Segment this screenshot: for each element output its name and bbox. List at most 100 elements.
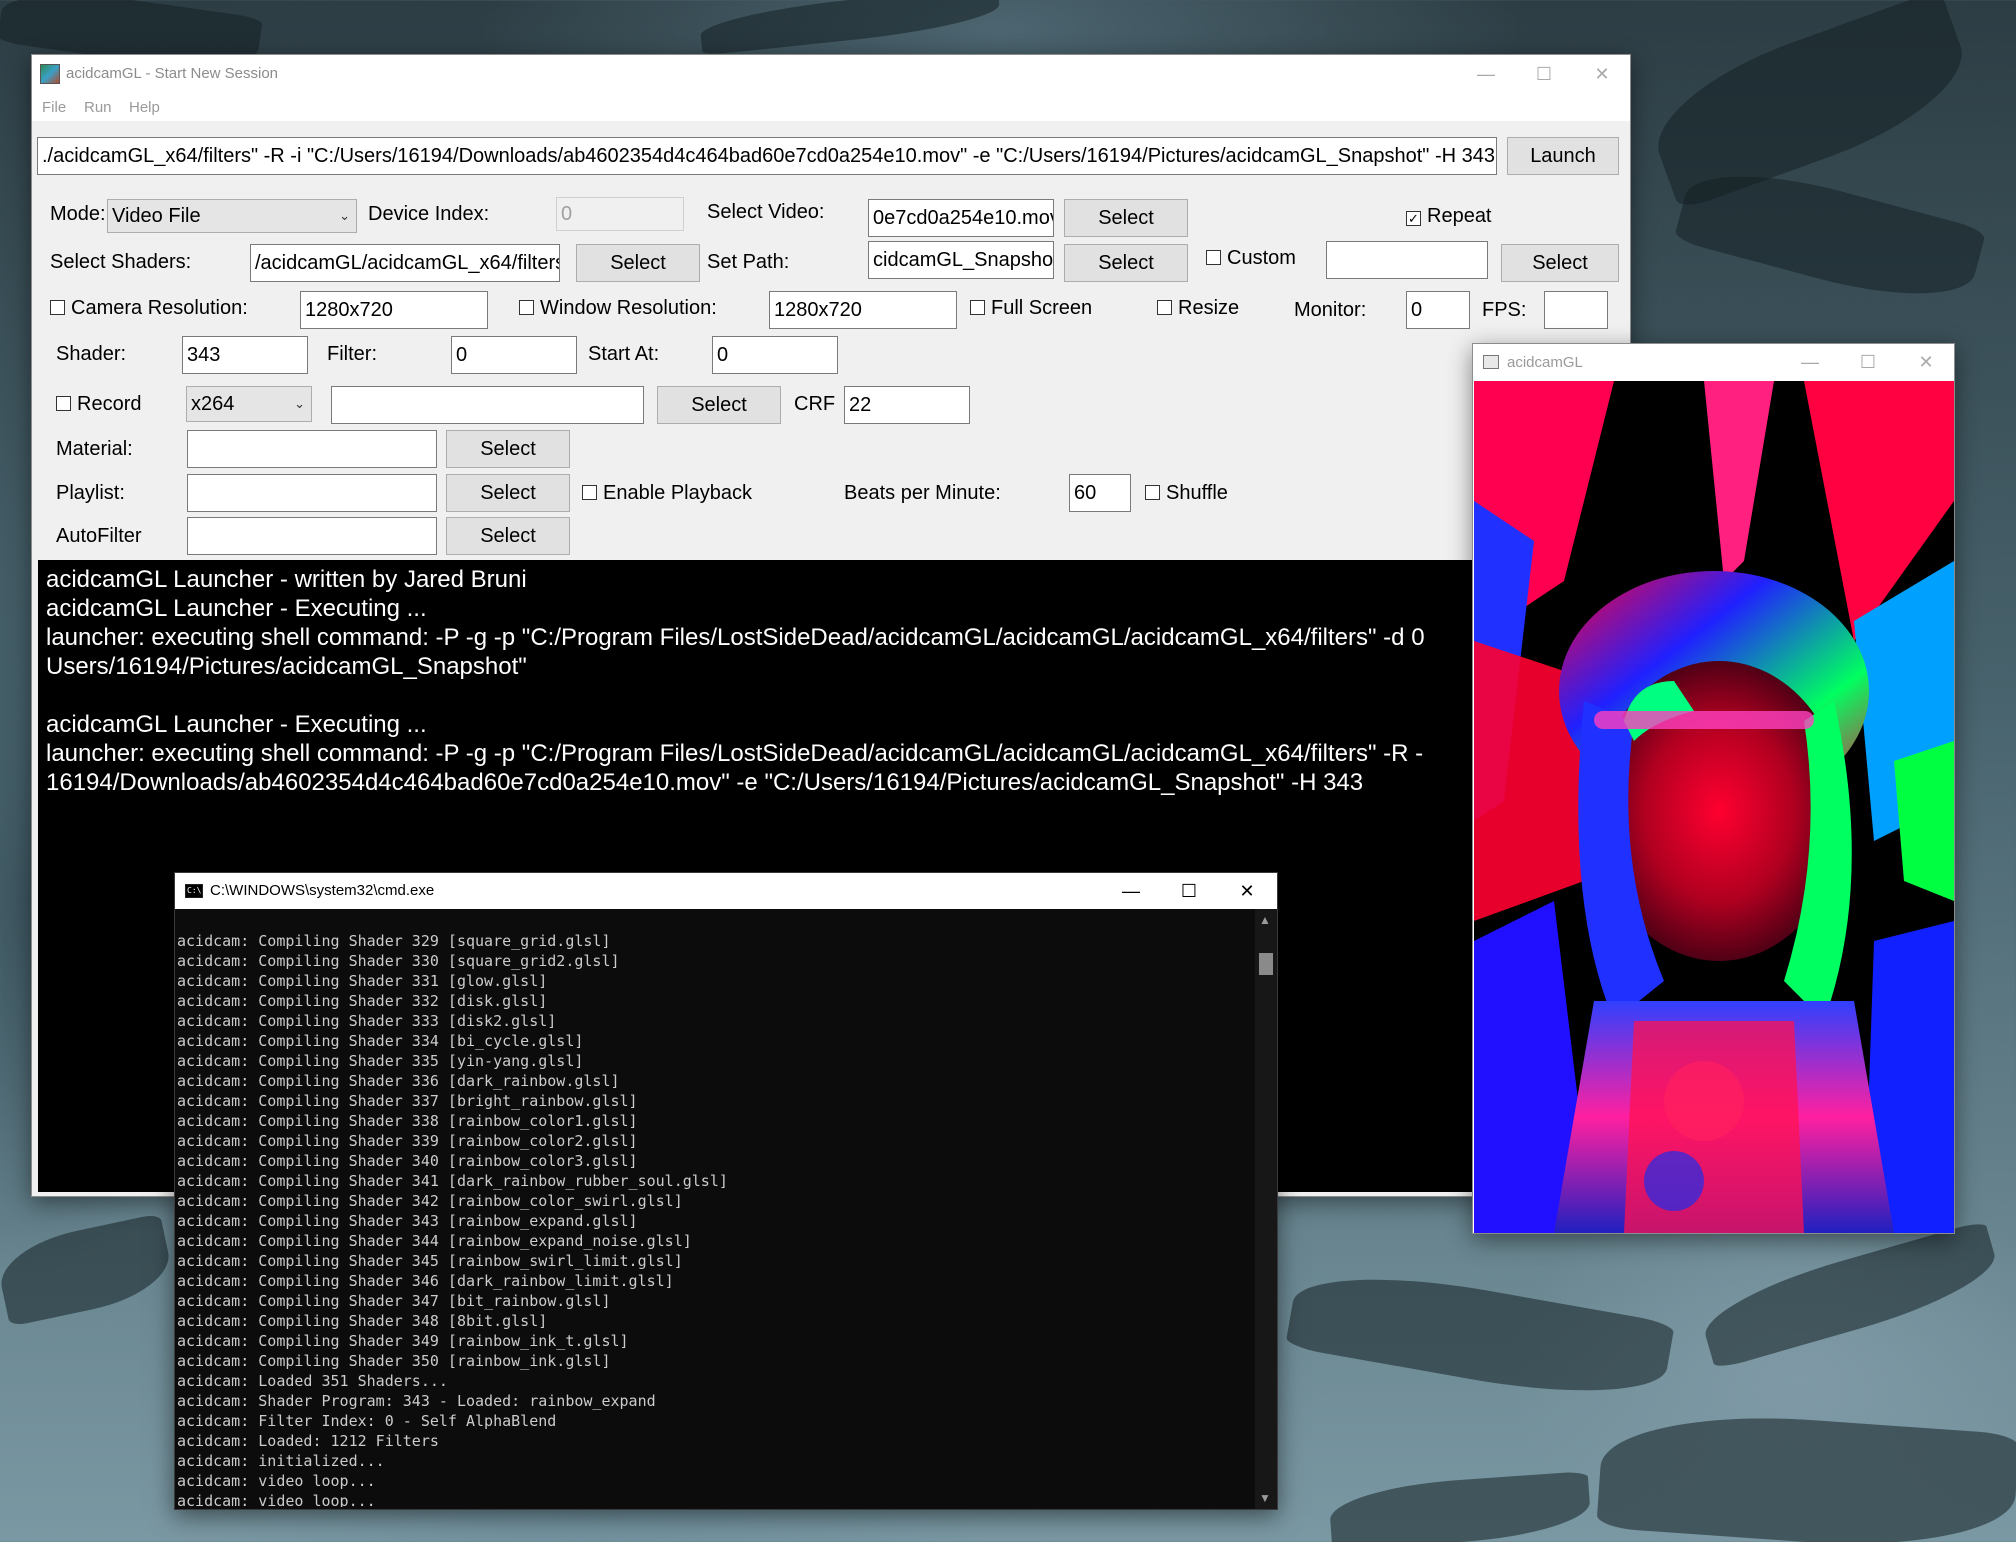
maximize-icon[interactable]: ☐ <box>1839 344 1897 381</box>
resize-checkbox[interactable]: Resize <box>1157 297 1239 320</box>
launch-button[interactable]: Launch <box>1507 137 1619 175</box>
mode-dropdown[interactable]: Video File ⌄ <box>107 199 357 233</box>
start-at-label: Start At: <box>588 343 660 365</box>
snapshot-path-field[interactable]: cidcamGL_Snapshot <box>868 241 1054 279</box>
fps-label: FPS: <box>1482 299 1527 321</box>
minimize-icon[interactable]: — <box>1102 873 1160 909</box>
device-index-label: Device Index: <box>368 203 490 225</box>
menu-help[interactable]: Help <box>129 99 160 116</box>
fps-field[interactable] <box>1544 291 1608 329</box>
filter-field[interactable]: 0 <box>451 336 577 374</box>
record-path-field[interactable] <box>331 386 644 424</box>
console-line: acidcam: Compiling Shader 346 [dark_rain… <box>177 1272 674 1290</box>
console-line: acidcam: Loaded: 1212 Filters <box>177 1432 439 1450</box>
select-video-button[interactable]: Select <box>1064 199 1188 237</box>
playlist-field[interactable] <box>187 474 437 512</box>
playlist-select-button[interactable]: Select <box>446 474 570 512</box>
select-shaders-button[interactable]: Select <box>576 244 700 282</box>
start-at-field[interactable]: 0 <box>712 336 838 374</box>
console-line: acidcam: Compiling Shader 343 [rainbow_e… <box>177 1212 638 1230</box>
set-path-button[interactable]: Select <box>1064 244 1188 282</box>
autofilter-select-button[interactable]: Select <box>446 517 570 555</box>
shuffle-label: Shuffle <box>1166 482 1228 504</box>
material-field[interactable] <box>187 430 437 468</box>
scroll-up-icon[interactable]: ▲ <box>1259 913 1271 927</box>
camera-resolution-checkbox[interactable]: Camera Resolution: <box>50 297 248 320</box>
material-select-button[interactable]: Select <box>446 430 570 468</box>
cmd-title-bar[interactable]: C:\ C:\WINDOWS\system32\cmd.exe — ☐ ✕ <box>175 873 1277 909</box>
window-resolution-label: Window Resolution: <box>540 297 717 319</box>
close-icon[interactable]: ✕ <box>1897 344 1955 381</box>
cmd-window: C:\ C:\WINDOWS\system32\cmd.exe — ☐ ✕ ac… <box>174 872 1278 1510</box>
repeat-checkbox[interactable]: ✓ Repeat <box>1406 205 1492 228</box>
console-scrollbar[interactable]: ▲ ▼ <box>1255 909 1277 1509</box>
crf-field[interactable]: 22 <box>844 386 970 424</box>
console-line: acidcam: Compiling Shader 337 [bright_ra… <box>177 1092 638 1110</box>
window-resolution-checkbox[interactable]: Window Resolution: <box>519 297 717 320</box>
maximize-icon[interactable]: ☐ <box>1160 873 1218 909</box>
autofilter-label: AutoFilter <box>56 525 142 547</box>
console-line: acidcam: Shader Program: 343 - Loaded: r… <box>177 1392 656 1410</box>
mode-value: Video File <box>112 205 201 227</box>
shuffle-checkbox[interactable]: Shuffle <box>1145 482 1228 505</box>
console-line: acidcam: Compiling Shader 332 [disk.glsl… <box>177 992 548 1010</box>
console-line: acidcam: Compiling Shader 342 [rainbow_c… <box>177 1192 683 1210</box>
menu-run[interactable]: Run <box>84 99 112 116</box>
select-shaders-label: Select Shaders: <box>50 251 192 273</box>
window-resolution-box <box>519 300 534 315</box>
menu-file[interactable]: File <box>42 99 66 116</box>
close-icon[interactable]: ✕ <box>1573 55 1631 93</box>
maximize-icon[interactable]: ☐ <box>1515 55 1573 93</box>
log-line: launcher: executing shell command: -P -g… <box>46 624 1425 651</box>
preview-title-bar[interactable]: acidcamGL — ☐ ✕ <box>1473 344 1954 381</box>
custom-checkbox[interactable]: Custom <box>1206 247 1296 270</box>
custom-label: Custom <box>1227 247 1296 269</box>
minimize-icon[interactable]: — <box>1457 55 1515 93</box>
console-line: acidcam: Compiling Shader 329 [square_gr… <box>177 932 611 950</box>
window-resolution-field[interactable]: 1280x720 <box>769 291 957 329</box>
console-line: acidcam: Loaded 351 Shaders... <box>177 1372 448 1390</box>
resize-box <box>1157 300 1172 315</box>
background-foliage <box>698 0 1002 56</box>
background-foliage <box>1328 1471 1592 1542</box>
command-line-field[interactable]: ./acidcamGL_x64/filters" -R -i "C:/Users… <box>37 137 1497 175</box>
autofilter-field[interactable] <box>187 517 437 555</box>
log-line: Users/16194/Pictures/acidcamGL_Snapshot" <box>46 653 527 680</box>
chevron-down-icon: ⌄ <box>294 396 305 411</box>
console-line: acidcam: Filter Index: 0 - Self AlphaBle… <box>177 1412 557 1430</box>
full-screen-checkbox[interactable]: Full Screen <box>970 297 1092 320</box>
custom-select-button[interactable]: Select <box>1501 244 1619 282</box>
monitor-field[interactable]: 0 <box>1406 291 1470 329</box>
codec-dropdown[interactable]: x264 ⌄ <box>186 386 312 422</box>
bpm-field[interactable]: 60 <box>1069 474 1131 512</box>
select-video-label: Select Video: <box>707 201 825 223</box>
video-path-field[interactable]: 0e7cd0a254e10.mov <box>868 199 1054 237</box>
filter-label: Filter: <box>327 343 377 365</box>
scroll-down-icon[interactable]: ▼ <box>1259 1491 1271 1505</box>
enable-playback-checkbox[interactable]: Enable Playback <box>582 482 752 505</box>
title-bar[interactable]: acidcamGL - Start New Session — ☐ ✕ <box>32 55 1630 93</box>
custom-field[interactable] <box>1326 241 1488 279</box>
console-line: acidcam: Compiling Shader 344 [rainbow_e… <box>177 1232 692 1250</box>
camera-resolution-box <box>50 300 65 315</box>
shaders-path-field[interactable]: /acidcamGL/acidcamGL_x64/filters <box>250 244 560 282</box>
console-output[interactable]: acidcam: Compiling Shader 329 [square_gr… <box>177 911 1249 1507</box>
record-select-button[interactable]: Select <box>657 386 781 424</box>
codec-value: x264 <box>191 393 235 415</box>
log-line: acidcamGL Launcher - written by Jared Br… <box>46 566 527 593</box>
console-line: acidcam: video loop... <box>177 1472 376 1490</box>
scrollbar-thumb[interactable] <box>1259 953 1273 975</box>
close-icon[interactable]: ✕ <box>1218 873 1276 909</box>
log-line: launcher: executing shell command: -P -g… <box>46 740 1424 767</box>
console-line: acidcam: Compiling Shader 336 [dark_rain… <box>177 1072 620 1090</box>
record-checkbox[interactable]: Record <box>56 393 141 416</box>
minimize-icon[interactable]: — <box>1781 344 1839 381</box>
shader-field[interactable]: 343 <box>182 336 308 374</box>
preview-title: acidcamGL <box>1507 354 1583 371</box>
camera-resolution-field[interactable]: 1280x720 <box>300 291 488 329</box>
checkmark-icon: ✓ <box>1406 211 1421 226</box>
background-foliage <box>1596 1405 2016 1542</box>
console-line: acidcam: Compiling Shader 333 [disk2.gls… <box>177 1012 557 1030</box>
console-line: acidcam: Compiling Shader 335 [yin-yang.… <box>177 1052 584 1070</box>
